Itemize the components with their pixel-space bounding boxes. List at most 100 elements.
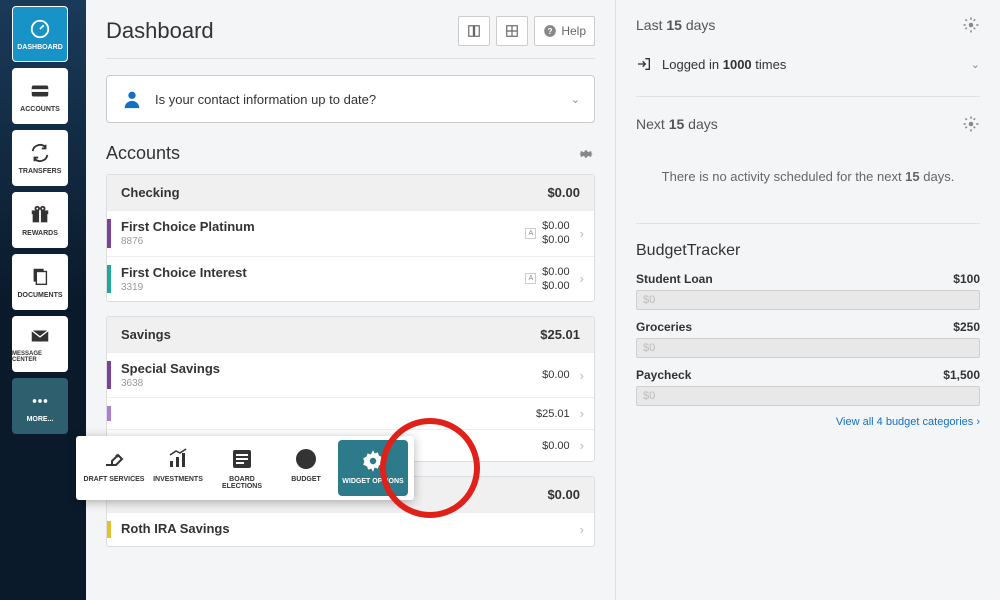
pie-icon [294,447,318,471]
accounts-header: Accounts [106,143,595,164]
flyout-widget-options[interactable]: WIDGET OPTIONS [338,440,408,496]
budget-bar: $0 [636,338,980,358]
account-name: First Choice Interest [121,265,525,280]
account-name: Roth IRA Savings [121,521,570,536]
group-name: Savings [121,327,171,342]
nav-label: ACCOUNTS [20,106,60,113]
draft-icon [102,447,126,471]
account-row[interactable]: $25.01 › [107,397,594,429]
gear-icon[interactable] [962,115,980,133]
no-activity-text: There is no activity scheduled for the n… [636,149,980,205]
group-total: $25.01 [540,327,580,342]
account-group: Checking$0.00 First Choice Platinum 8876… [106,174,595,302]
login-icon [636,56,652,72]
main-panel: Dashboard ?Help Is your contact informat… [86,0,1000,600]
gear-icon[interactable] [962,16,980,34]
account-row[interactable]: Special Savings 3638 $0.00 › [107,352,594,397]
budget-name: Paycheck [636,368,691,382]
account-name: First Choice Platinum [121,219,525,234]
account-row[interactable]: First Choice Interest 3319 A $0.00$0.00 … [107,256,594,302]
flyout-budget[interactable]: BUDGET [274,446,338,490]
nav-transfers[interactable]: TRANSFERS [12,130,68,186]
divider [636,96,980,97]
nav-more[interactable]: MORE... [12,378,68,434]
accounts-title: Accounts [106,143,180,164]
wallet-icon [29,80,51,102]
view-all-budget-link[interactable]: View all 4 budget categories › [636,416,980,428]
account-amounts: A $0.00$0.00 [525,219,569,248]
badge: A [525,228,536,239]
account-number: 8876 [121,236,525,247]
budget-name: Groceries [636,320,692,334]
login-count-row[interactable]: Logged in 1000 times ⌄ [636,50,980,78]
left-column: Dashboard ?Help Is your contact informat… [86,0,616,600]
budget-amount: $100 [953,272,980,286]
budget-amount: $1,500 [943,368,980,382]
help-button[interactable]: ?Help [534,16,595,46]
account-name: Special Savings [121,361,542,376]
layout-icon [467,24,481,38]
gear-icon[interactable] [577,145,595,163]
next-days-header: Next 15 days [636,115,980,133]
list-icon [230,447,254,471]
cycle-icon [29,142,51,164]
chevron-down-icon: ⌄ [571,93,580,106]
nav-documents[interactable]: DOCUMENTS [12,254,68,310]
last-days-header: Last 15 days [636,16,980,34]
color-stripe [107,219,111,248]
nav-label: DASHBOARD [17,44,63,51]
account-row[interactable]: First Choice Platinum 8876 A $0.00$0.00 … [107,210,594,256]
nav-dashboard[interactable]: DASHBOARD [12,6,68,62]
chart-icon [166,447,190,471]
contact-alert[interactable]: Is your contact information up to date? … [106,75,595,123]
header-button-1[interactable] [458,16,490,46]
nav-label: DOCUMENTS [17,292,62,299]
docs-icon [29,266,51,288]
nav-message-center[interactable]: MESSAGE CENTER [12,316,68,372]
header-actions: ?Help [458,16,595,46]
account-row[interactable]: Roth IRA Savings › [107,512,594,546]
page-header: Dashboard ?Help [106,16,595,59]
chevron-right-icon: › [580,368,584,383]
dots-icon [29,390,51,412]
chevron-right-icon: › [580,271,584,286]
flyout-board-elections[interactable]: BOARD ELECTIONS [210,446,274,490]
budget-amount: $250 [953,320,980,334]
budget-name: Student Loan [636,272,713,286]
group-header: Savings $25.01 [107,317,594,352]
budget-item: Student Loan $100 $0 [636,272,980,310]
budget-bar: $0 [636,386,980,406]
header-button-2[interactable] [496,16,528,46]
budget-title: BudgetTracker [636,242,980,260]
nav-label: MESSAGE CENTER [12,351,68,363]
color-stripe [107,265,111,294]
group-total: $0.00 [547,487,580,502]
account-number: 3638 [121,378,542,389]
flyout-draft-services[interactable]: DRAFT SERVICES [82,446,146,490]
nav-label: MORE... [27,416,54,423]
budget-bar: $0 [636,290,980,310]
sidebar: DASHBOARD ACCOUNTS TRANSFERS REWARDS DOC… [0,0,72,600]
right-column: Last 15 days Logged in 1000 times ⌄ Next… [616,0,1000,600]
chevron-right-icon: › [580,226,584,241]
nav-label: TRANSFERS [19,168,62,175]
chevron-right-icon: › [580,406,584,421]
account-amounts: $0.00 [542,368,570,382]
account-amounts: $0.00 [542,439,570,453]
gear-icon [360,448,386,474]
person-icon [121,88,143,110]
color-stripe [107,406,111,421]
chevron-right-icon: › [580,438,584,453]
gift-icon [29,204,51,226]
nav-accounts[interactable]: ACCOUNTS [12,68,68,124]
group-header: Checking$0.00 [107,175,594,210]
group-name: Checking [121,185,180,200]
chevron-down-icon: ⌄ [971,58,980,71]
budget-item: Paycheck $1,500 $0 [636,368,980,406]
grid-icon [505,24,519,38]
page-title: Dashboard [106,18,214,44]
badge: A [525,273,536,284]
nav-rewards[interactable]: REWARDS [12,192,68,248]
account-number: 3319 [121,282,525,293]
flyout-investments[interactable]: INVESTMENTS [146,446,210,490]
